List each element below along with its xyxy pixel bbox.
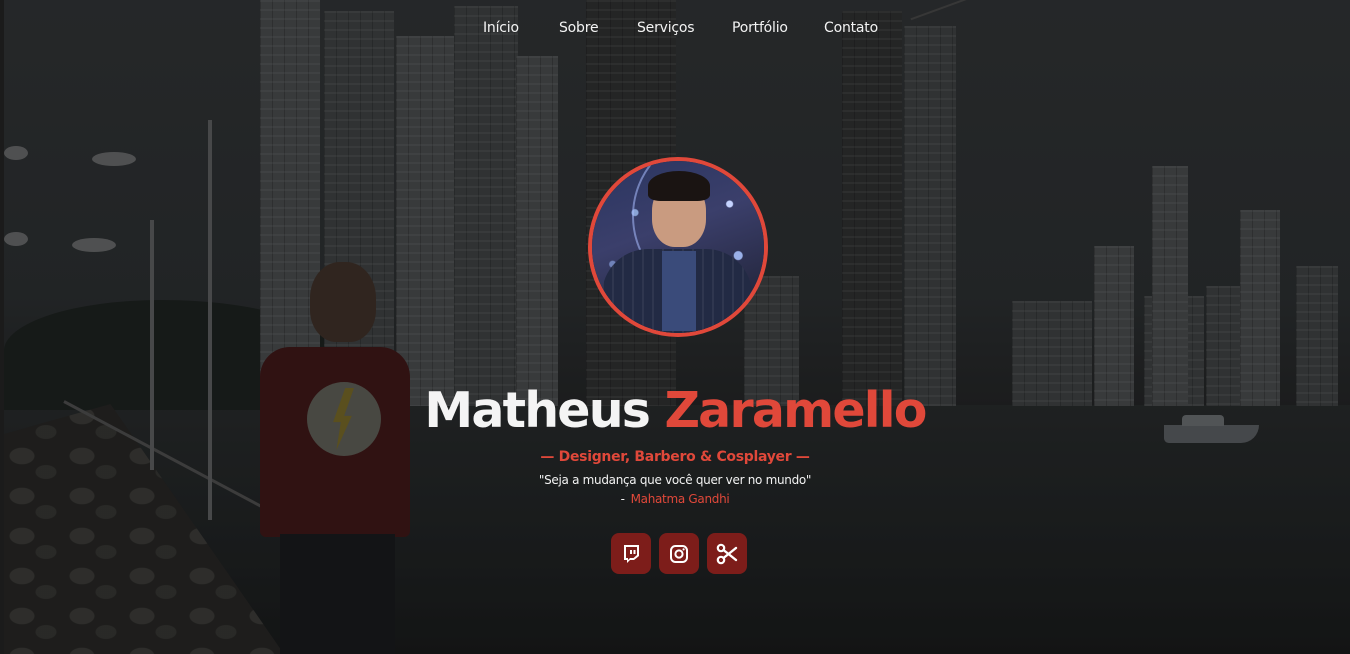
quote-author-dash: - [620, 492, 625, 506]
quote-author-line: - Mahatma Gandhi [0, 492, 1350, 506]
social-links [611, 533, 747, 574]
hero-name-first: Matheus [424, 382, 651, 439]
nav-link-inicio[interactable]: Início [483, 20, 519, 36]
scissors-button[interactable] [707, 533, 747, 574]
hero-name: Matheus Zaramello [0, 376, 1350, 446]
hero-quote: "Seja a mudança que você quer ver no mun… [538, 473, 812, 487]
nav-link-portfolio[interactable]: Portfólio [732, 20, 788, 36]
hero-subtitle: — Designer, Barbero & Cosplayer — [540, 449, 810, 465]
nav-link-sobre[interactable]: Sobre [559, 20, 599, 36]
main-nav: Início Sobre Serviços Portfólio Contato [0, 0, 1350, 58]
profile-avatar [588, 157, 768, 337]
quote-author: Mahatma Gandhi [630, 492, 730, 506]
nav-link-contato[interactable]: Contato [824, 20, 878, 36]
hero-name-last: Zaramello [664, 382, 927, 439]
twitch-button[interactable] [611, 533, 651, 574]
instagram-button[interactable] [659, 533, 699, 574]
instagram-icon [669, 544, 689, 564]
nav-link-servicos[interactable]: Serviços [637, 20, 695, 36]
twitch-icon [621, 544, 641, 564]
scissors-icon [716, 543, 738, 565]
